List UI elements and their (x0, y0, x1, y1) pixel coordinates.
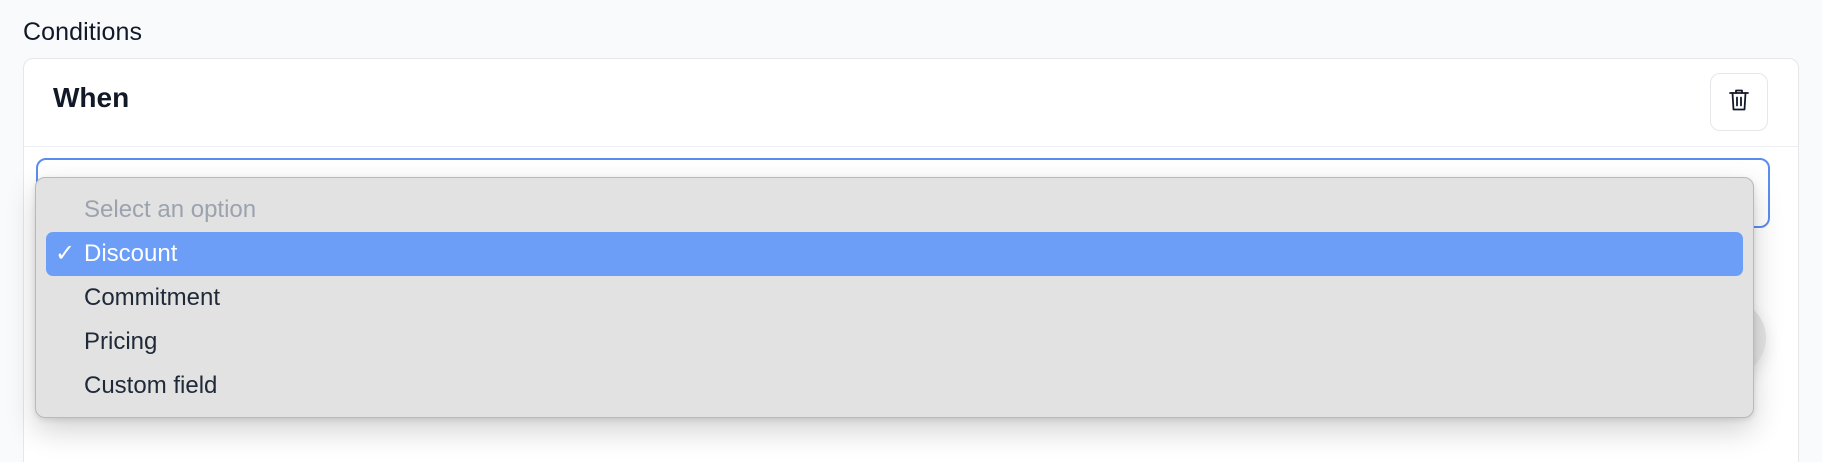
option-commitment[interactable]: Commitment (46, 276, 1743, 320)
option-label: Pricing (84, 328, 158, 355)
condition-type-dropdown[interactable]: Select an option ✓ Discount Commitment P… (35, 177, 1754, 418)
option-pricing[interactable]: Pricing (46, 320, 1743, 364)
section-label: Conditions (23, 18, 143, 46)
trash-icon (1728, 88, 1750, 117)
option-discount[interactable]: ✓ Discount (46, 232, 1743, 276)
card-title: When (53, 82, 130, 113)
option-custom-field[interactable]: Custom field (46, 364, 1743, 408)
dropdown-placeholder-option: Select an option (84, 196, 257, 223)
check-icon: ✓ (55, 240, 76, 267)
conditions-panel: Conditions When Select an option ✓ Disco… (0, 0, 1822, 462)
delete-condition-button[interactable] (1710, 73, 1768, 131)
option-label: Commitment (84, 284, 221, 311)
card-header: When (24, 59, 1798, 147)
option-label: Custom field (84, 372, 218, 399)
option-label: Discount (84, 240, 178, 267)
